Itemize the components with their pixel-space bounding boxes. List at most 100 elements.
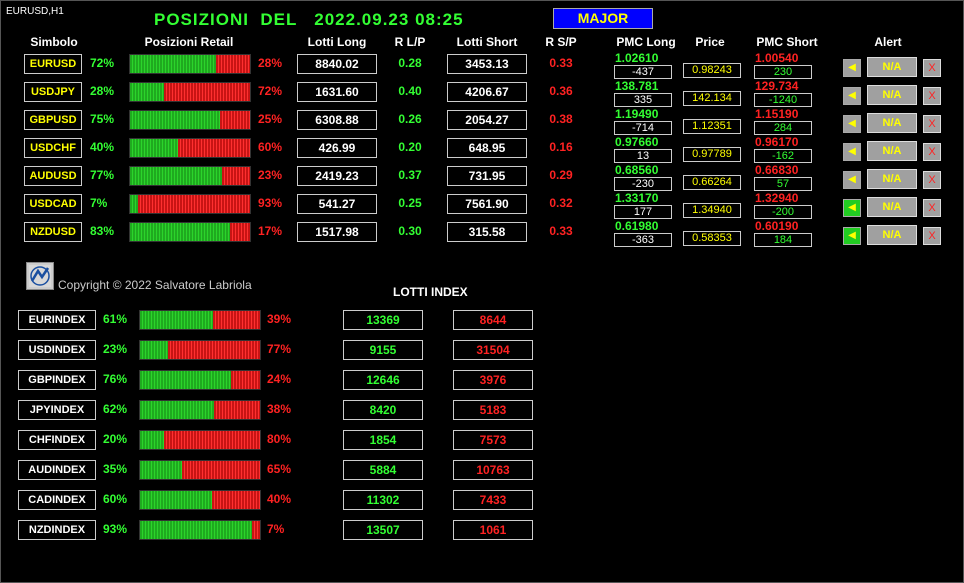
- index-position-bar: [139, 370, 261, 390]
- index-lotti-long: 9155: [343, 340, 423, 360]
- pair-symbol-button[interactable]: AUDUSD: [24, 166, 82, 186]
- alert-na-button[interactable]: N/A: [867, 141, 917, 161]
- index-symbol-button[interactable]: CHFINDEX: [18, 430, 96, 450]
- long-bar-fill: [140, 491, 212, 509]
- pair-symbol-button[interactable]: USDCAD: [24, 194, 82, 214]
- copyright-text: Copyright © 2022 Salvatore Labriola: [58, 278, 252, 292]
- pair-symbol-button[interactable]: EURUSD: [24, 54, 82, 74]
- pmc-short-value: 0.60190: [755, 219, 799, 233]
- bell-icon[interactable]: ◀: [843, 115, 861, 133]
- pair-row: AUDUSD 77% 23% 2419.23 0.37 731.95 0.29 0.68560…: [0, 163, 964, 191]
- lotti-long-value: 1517.98: [297, 222, 377, 242]
- index-symbol-button[interactable]: EURINDEX: [18, 310, 96, 330]
- close-alert-button[interactable]: X: [923, 59, 941, 77]
- long-bar-fill: [140, 341, 168, 359]
- long-percent: 83%: [90, 224, 115, 238]
- long-percent: 72%: [90, 56, 115, 70]
- short-percent: 39%: [267, 312, 292, 326]
- pair-row: EURUSD 72% 28% 8840.02 0.28 3453.13 0.33 1.0261…: [0, 52, 964, 79]
- long-bar-fill: [140, 401, 214, 419]
- long-percent: 76%: [103, 372, 128, 386]
- bell-icon[interactable]: ◀: [843, 171, 861, 189]
- long-percent: 75%: [90, 112, 115, 126]
- short-percent: 28%: [258, 56, 283, 70]
- close-alert-button[interactable]: X: [923, 143, 941, 161]
- pmc-short-diff: 57: [754, 177, 812, 191]
- long-percent: 62%: [103, 402, 128, 416]
- bell-icon[interactable]: ◀: [843, 87, 861, 105]
- long-bar-fill: [130, 83, 164, 101]
- alert-na-button[interactable]: N/A: [867, 113, 917, 133]
- alert-na-button[interactable]: N/A: [867, 197, 917, 217]
- short-percent: 80%: [267, 432, 292, 446]
- index-symbol-button[interactable]: JPYINDEX: [18, 400, 96, 420]
- index-lotti-long: 11302: [343, 490, 423, 510]
- index-symbol-button[interactable]: AUDINDEX: [18, 460, 96, 480]
- close-alert-button[interactable]: X: [923, 87, 941, 105]
- price-value: 0.98243: [683, 63, 741, 78]
- pmc-short-diff: -162: [754, 149, 812, 163]
- group-major-button[interactable]: MAJOR: [553, 8, 653, 29]
- pmc-short-diff: 230: [754, 65, 812, 79]
- alert-na-button[interactable]: N/A: [867, 57, 917, 77]
- r-sp-value: 0.36: [549, 84, 573, 98]
- price-value: 0.58353: [683, 231, 741, 246]
- alert-na-button[interactable]: N/A: [867, 225, 917, 245]
- lotti-long-value: 426.99: [297, 138, 377, 158]
- index-symbol-button[interactable]: USDINDEX: [18, 340, 96, 360]
- index-symbol-button[interactable]: CADINDEX: [18, 490, 96, 510]
- long-percent: 23%: [103, 342, 128, 356]
- pair-symbol-button[interactable]: NZDUSD: [24, 222, 82, 242]
- r-lp-value: 0.25: [398, 196, 422, 210]
- lotti-long-value: 8840.02: [297, 54, 377, 74]
- pmc-long-value: 1.19490: [615, 107, 659, 121]
- author-logo: [26, 262, 54, 290]
- header-pmc-long: PMC Long: [616, 35, 676, 49]
- short-bar-fill: [178, 139, 250, 157]
- index-lotti-long: 13369: [343, 310, 423, 330]
- index-row: CHFINDEX 20% 80% 1854 7573: [0, 430, 964, 450]
- bell-icon[interactable]: ◀: [843, 59, 861, 77]
- close-alert-button[interactable]: X: [923, 171, 941, 189]
- index-symbol-button[interactable]: GBPINDEX: [18, 370, 96, 390]
- index-lotti-long: 13507: [343, 520, 423, 540]
- short-percent: 93%: [258, 196, 283, 210]
- pair-symbol-button[interactable]: GBPUSD: [24, 110, 82, 130]
- pair-symbol-button[interactable]: USDJPY: [24, 82, 82, 102]
- bell-icon[interactable]: ◀: [843, 199, 861, 217]
- long-percent: 93%: [103, 522, 128, 536]
- short-bar-fill: [220, 111, 250, 129]
- long-bar-fill: [130, 195, 138, 213]
- index-row: NZDINDEX 93% 7% 13507 1061: [0, 520, 964, 540]
- chart-symbol-label: EURUSD,H1: [6, 6, 64, 17]
- header-simbolo: Simbolo: [30, 35, 78, 49]
- retail-position-bar: [129, 82, 251, 102]
- index-lotti-short: 7573: [453, 430, 533, 450]
- close-alert-button[interactable]: X: [923, 199, 941, 217]
- index-lotti-long: 8420: [343, 400, 423, 420]
- index-symbol-button[interactable]: NZDINDEX: [18, 520, 96, 540]
- short-percent: 25%: [258, 112, 283, 126]
- index-position-bar: [139, 430, 261, 450]
- pair-symbol-button[interactable]: USDCHF: [24, 138, 82, 158]
- price-value: 0.97789: [683, 147, 741, 162]
- index-lotti-long: 5884: [343, 460, 423, 480]
- lotti-short-value: 7561.90: [447, 194, 527, 214]
- bell-icon[interactable]: ◀: [843, 227, 861, 245]
- retail-position-bar: [129, 194, 251, 214]
- bell-icon[interactable]: ◀: [843, 143, 861, 161]
- alert-na-button[interactable]: N/A: [867, 85, 917, 105]
- close-alert-button[interactable]: X: [923, 115, 941, 133]
- retail-position-bar: [129, 54, 251, 74]
- pmc-long-diff: -714: [614, 121, 672, 135]
- lotti-long-value: 1631.60: [297, 82, 377, 102]
- close-alert-button[interactable]: X: [923, 227, 941, 245]
- alert-na-button[interactable]: N/A: [867, 169, 917, 189]
- pmc-long-value: 1.33170: [615, 191, 659, 205]
- index-position-bar: [139, 520, 261, 540]
- lotti-short-value: 4206.67: [447, 82, 527, 102]
- long-percent: 28%: [90, 84, 115, 98]
- pmc-long-diff: -437: [614, 65, 672, 79]
- short-bar-fill: [182, 461, 260, 479]
- pmc-long-value: 0.68560: [615, 163, 659, 177]
